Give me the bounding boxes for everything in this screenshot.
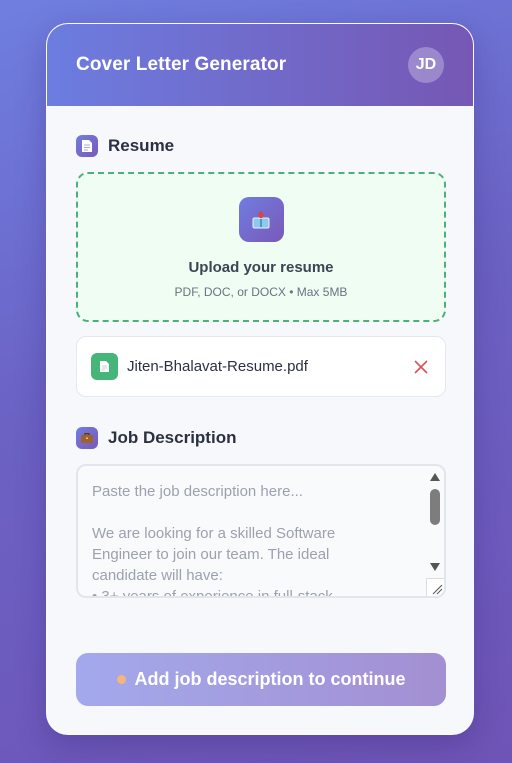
status-dot <box>116 675 126 684</box>
job-description-label: Job Description <box>108 428 237 447</box>
job-description-placeholder: Paste the job description here... We are… <box>92 483 336 598</box>
scroll-down-icon[interactable] <box>429 562 441 572</box>
file-name: Jiten-Bhalavat-Resume.pdf <box>127 358 308 375</box>
card-header: Cover Letter Generator JD <box>47 24 473 106</box>
briefcase-icon <box>76 427 98 449</box>
uploaded-file: Jiten-Bhalavat-Resume.pdf <box>76 336 446 397</box>
close-icon <box>414 359 428 374</box>
textarea-scrollbar[interactable] <box>426 466 444 578</box>
avatar[interactable]: JD <box>408 47 444 83</box>
upload-subtitle: PDF, DOC, or DOCX • Max 5MB <box>174 285 348 299</box>
job-description-textarea[interactable]: Paste the job description here... We are… <box>76 464 446 598</box>
continue-button-label: Add job description to continue <box>134 669 406 689</box>
continue-button[interactable]: Add job description to continue <box>76 653 446 706</box>
job-section-label: Job Description <box>76 427 236 449</box>
file-icon <box>91 353 118 380</box>
resume-section-label: Resume <box>76 135 174 157</box>
resize-handle[interactable] <box>426 578 444 596</box>
upload-icon <box>238 197 284 242</box>
app-title: Cover Letter Generator <box>76 54 287 75</box>
generator-card: Cover Letter Generator JD Resume Upload … <box>46 23 474 735</box>
resume-label: Resume <box>108 136 175 155</box>
document-icon <box>76 135 98 157</box>
resume-upload-dropzone[interactable]: Upload your resume PDF, DOC, or DOCX • M… <box>76 172 446 322</box>
scroll-thumb[interactable] <box>430 489 440 525</box>
scroll-up-icon[interactable] <box>429 472 441 482</box>
upload-title: Upload your resume <box>188 259 334 276</box>
remove-file-button[interactable] <box>411 357 431 377</box>
resize-grip-icon <box>432 584 443 595</box>
